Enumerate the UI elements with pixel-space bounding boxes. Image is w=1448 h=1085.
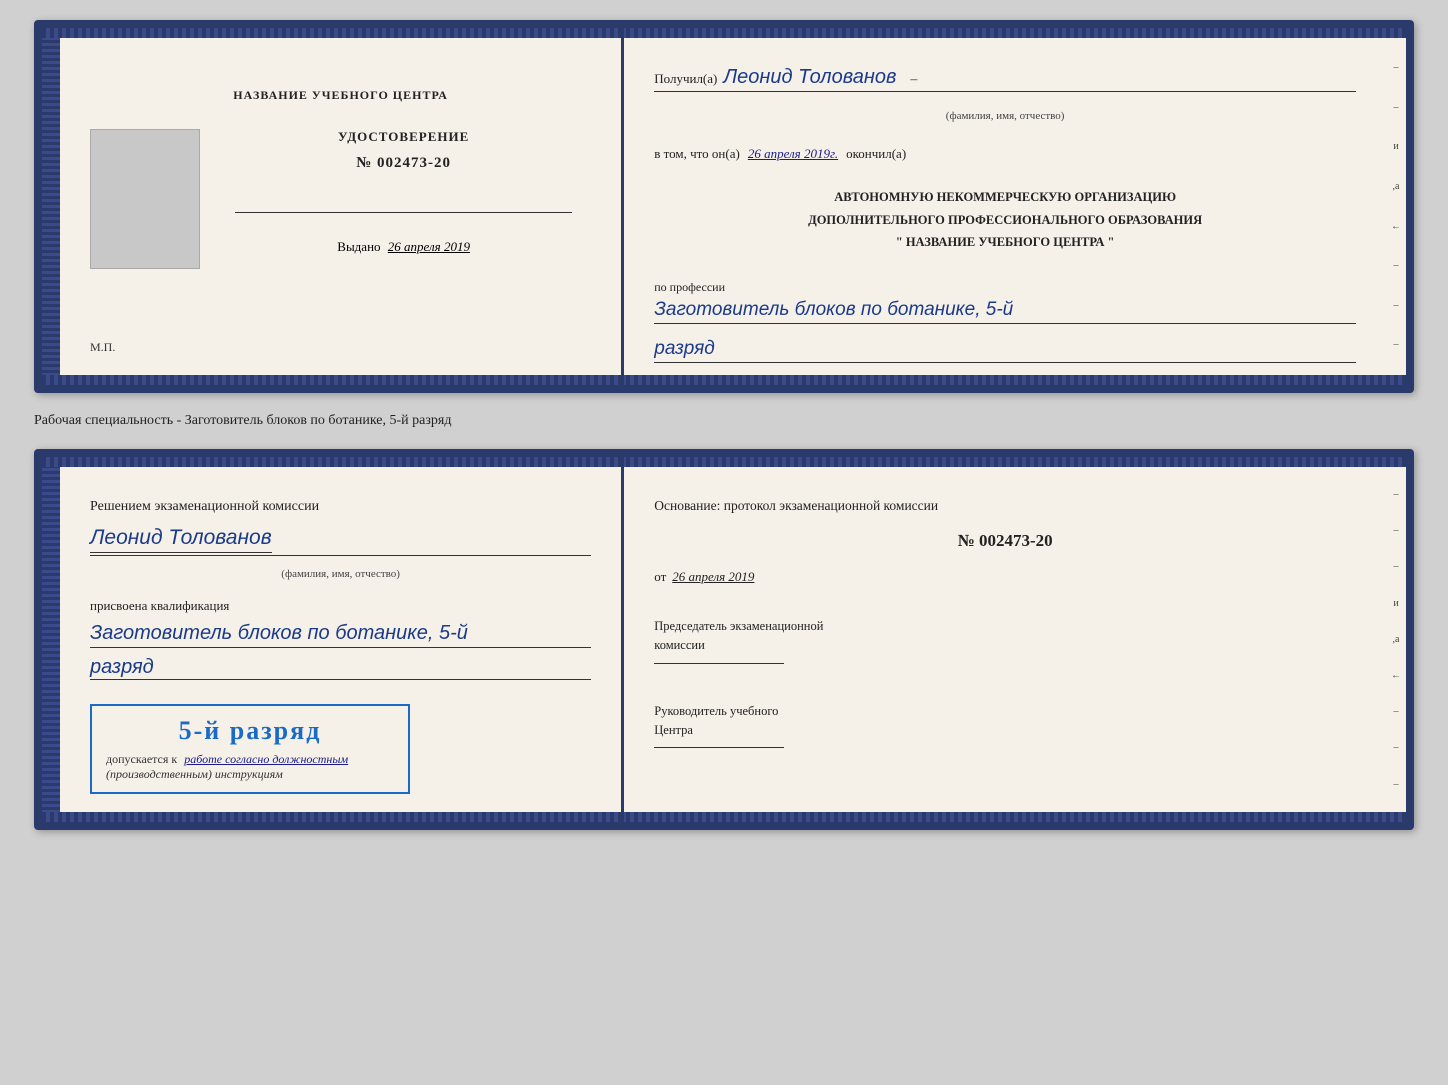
cert-number: № 002473-20 (356, 155, 451, 172)
date-prefix: от (654, 569, 666, 585)
document-card-1: НАЗВАНИЕ УЧЕБНОГО ЦЕНТРА УДОСТОВЕРЕНИЕ №… (34, 20, 1414, 393)
cert-title-label: УДОСТОВЕРЕНИЕ (338, 129, 469, 145)
qualification-value: Заготовитель блоков по ботанике, 5-й (90, 622, 591, 648)
protocol-number: № 002473-20 (654, 531, 1356, 551)
head-block: Руководитель учебного Центра (654, 702, 1356, 749)
org-quote2: " (1108, 235, 1115, 249)
decision-text: Решением экзаменационной комиссии (90, 495, 591, 519)
org-quote1: " (896, 235, 903, 249)
doc1-left-page: НАЗВАНИЕ УЧЕБНОГО ЦЕНТРА УДОСТОВЕРЕНИЕ №… (60, 28, 624, 385)
rank-value-2: разряд (90, 656, 591, 680)
instructions: (производственным) инструкциям (106, 767, 394, 782)
person-name: Леонид Толованов (90, 526, 272, 553)
confirm-text: в том, что он(а) (654, 146, 740, 162)
doc2-left-page: Решением экзаменационной комиссии Леонид… (60, 457, 624, 823)
stamp-rank: 5-й разряд (106, 716, 394, 746)
document-card-2: Решением экзаменационной комиссии Леонид… (34, 449, 1414, 831)
date-value: 26 апреля 2019 (672, 569, 754, 585)
allowed-italic: работе согласно должностным (184, 752, 348, 766)
org-line2: ДОПОЛНИТЕЛЬНОГО ПРОФЕССИОНАЛЬНОГО ОБРАЗО… (654, 209, 1356, 232)
specialty-label: Рабочая специальность - Заготовитель бло… (34, 411, 1414, 431)
stamp-label: М.П. (90, 340, 115, 355)
chairman-block: Председатель экзаменационной комиссии (654, 617, 1356, 664)
doc2-right-page: Основание: протокол экзаменационной коми… (624, 457, 1386, 823)
received-label: Получил(а) (654, 71, 717, 87)
recipient-subtitle: (фамилия, имя, отчество) (946, 110, 1065, 122)
assigned-label: присвоена квалификация (90, 598, 591, 614)
photo-area: УДОСТОВЕРЕНИЕ № 002473-20 Выдано 26 апре… (90, 119, 591, 279)
right-decoration-2: – – – и ,а ← – – – (1386, 457, 1406, 823)
page-wrapper: НАЗВАНИЕ УЧЕБНОГО ЦЕНТРА УДОСТОВЕРЕНИЕ №… (34, 20, 1414, 830)
allowed-text: допускается к (106, 752, 177, 766)
training-center-title: НАЗВАНИЕ УЧЕБНОГО ЦЕНТРА (233, 88, 448, 103)
person-subtitle: (фамилия, имя, отчество) (281, 568, 400, 580)
head-sig-line (654, 747, 784, 748)
profession-name: Заготовитель блоков по ботанике, 5-й (654, 299, 1356, 324)
right-decoration-1: – – и ,а ← – – – (1386, 28, 1406, 385)
spine-2 (42, 457, 60, 823)
head-title: Руководитель учебного Центра (654, 702, 1356, 740)
chairman-title: Председатель экзаменационной комиссии (654, 617, 1356, 655)
chairman-sig-line (654, 663, 784, 664)
spine-1 (42, 28, 60, 385)
issued-label: Выдано (337, 239, 380, 254)
profession-label: по профессии (654, 280, 1356, 295)
rank-value: разряд (654, 338, 1356, 363)
issued-date: 26 апреля 2019 (388, 239, 470, 254)
doc1-right-page: Получил(а) Леонид Толованов – (фамилия, … (624, 28, 1386, 385)
basis-text: Основание: протокол экзаменационной коми… (654, 495, 1356, 518)
confirm-date: 26 апреля 2019г. (748, 146, 838, 162)
dash: – (910, 72, 917, 88)
org-line1: АВТОНОМНУЮ НЕКОММЕРЧЕСКУЮ ОРГАНИЗАЦИЮ (654, 186, 1356, 209)
org-name: НАЗВАНИЕ УЧЕБНОГО ЦЕНТРА (906, 235, 1105, 249)
recipient-name: Леонид Толованов (723, 66, 896, 89)
finished-label: окончил(а) (846, 146, 906, 162)
photo-placeholder (90, 129, 200, 269)
stamp-box: 5-й разряд допускается к работе согласно… (90, 704, 410, 794)
